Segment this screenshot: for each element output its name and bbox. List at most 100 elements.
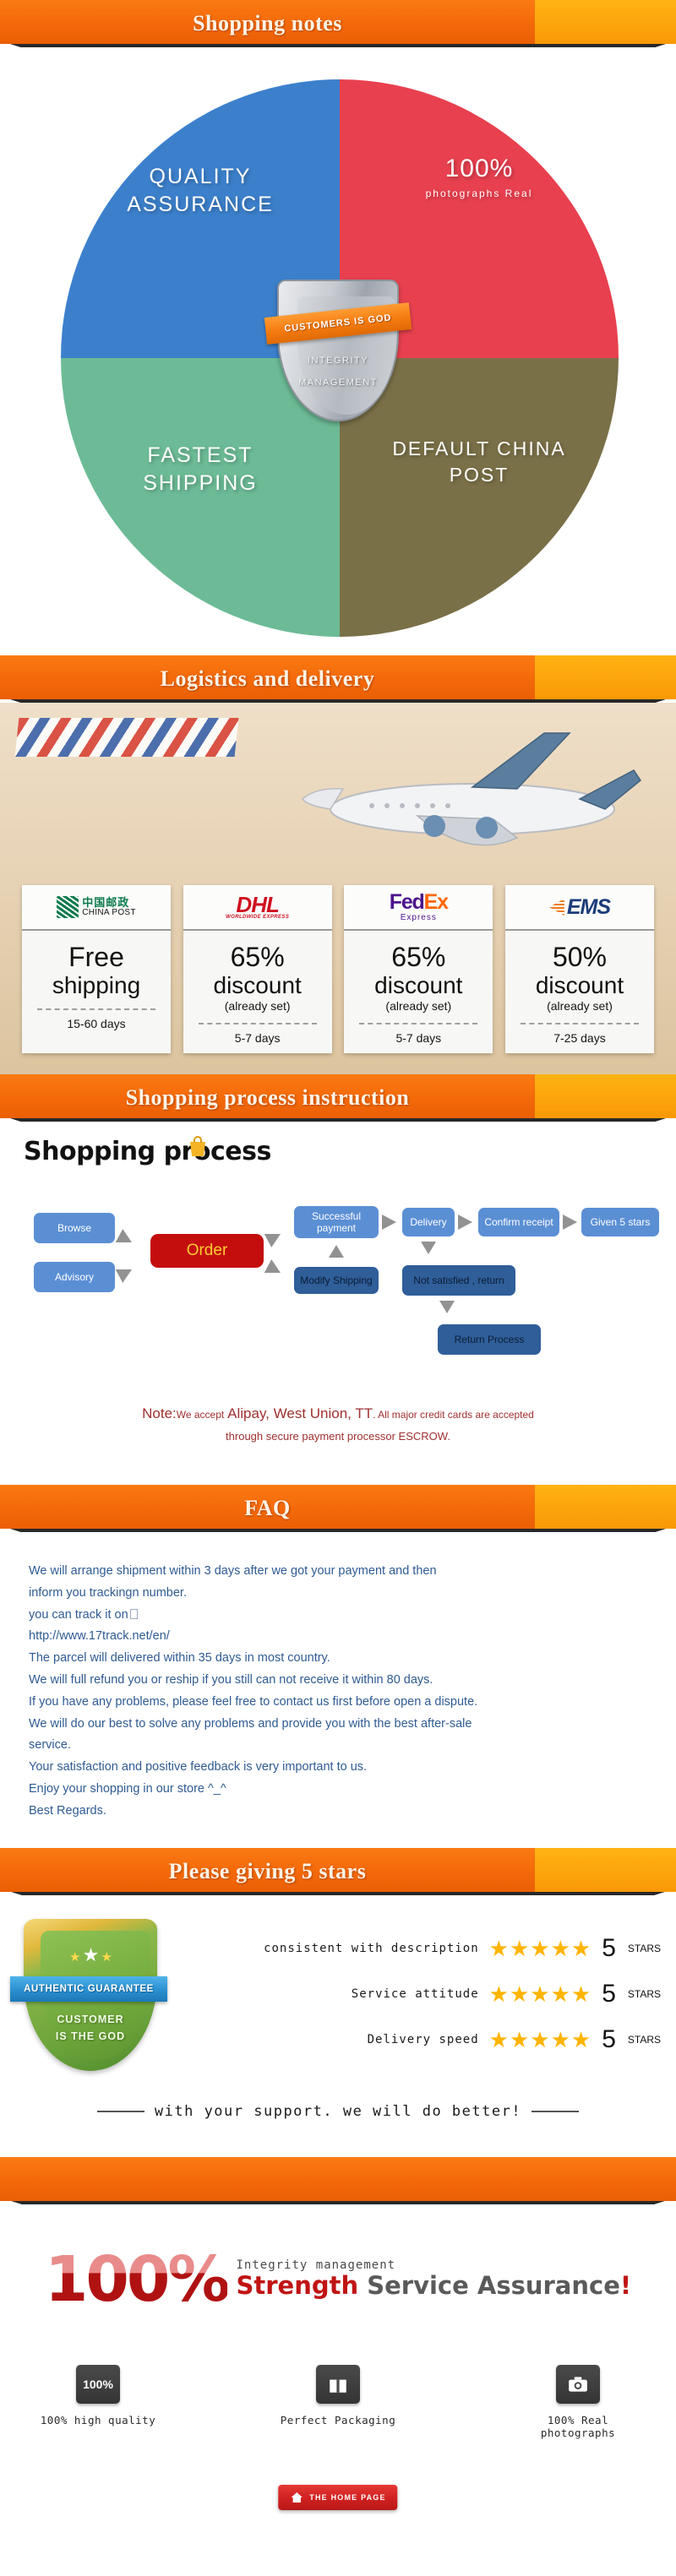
ems-logo-main: EMS: [566, 894, 611, 919]
faq-line-3: you can track it on: [29, 1605, 647, 1627]
flow-node-given-5-stars[interactable]: Given 5 stars: [581, 1208, 659, 1236]
dhl-logo: DHL WORLDWIDE EXPRESS: [183, 885, 332, 931]
shopping-notes-page: Shopping notes QUALITY ASSURANCE 100% ph…: [0, 0, 676, 2576]
banner-faq: FAQ: [0, 1485, 676, 1532]
faq-line-6: We will full refund you or reship if you…: [29, 1672, 433, 1687]
pie-quadrant-post-label: DEFAULT CHINA POST: [340, 436, 619, 487]
packaging-label: Perfect Packaging: [280, 2413, 396, 2427]
banner-title: Please giving 5 stars: [168, 1858, 367, 1883]
divider: [359, 1022, 478, 1024]
faq-line-1: We will arrange shipment within 3 days a…: [29, 1564, 437, 1578]
feature-quality: 100% 100% high quality: [27, 2364, 169, 2439]
shipping-card-dhl[interactable]: DHL WORLDWIDE EXPRESS 65% discount (alre…: [183, 885, 332, 1053]
pie-quadrant-photographs-label: 100% photographs Real: [340, 152, 619, 201]
faq-section: We will arrange shipment within 3 days a…: [0, 1532, 676, 1848]
arrow-order-to-modify: [264, 1259, 285, 1280]
home-icon: [291, 2492, 303, 2503]
flowchart-title: Shopping process: [24, 1137, 271, 1166]
fedex-logo-sub: Express: [400, 913, 437, 922]
support-text: with your support. we will do better!: [154, 2102, 522, 2120]
divider: [520, 1022, 639, 1024]
footer-feature-icons: 100% 100% high quality Perfect Packaging: [0, 2364, 676, 2439]
badge-stars-icon: ★ ★ ★: [69, 1943, 112, 1965]
flow-node-order[interactable]: Order: [150, 1234, 264, 1268]
payment-note: Note:We accept Alipay, West Union, TT. A…: [0, 1400, 676, 1447]
quality-label: 100% high quality: [40, 2413, 156, 2427]
shield-body-icon: INTEGRITY MANAGEMENT: [277, 280, 399, 421]
photographs-sub: photographs Real: [425, 187, 533, 200]
footer-percent: 100%: [45, 2252, 228, 2308]
quality-badge-text: 100%: [83, 2377, 113, 2391]
rating-label: Delivery speed: [367, 2032, 479, 2046]
gift-box-icon: [316, 2364, 360, 2404]
fedex-days: 5-7 days: [395, 1030, 442, 1045]
divider: [37, 1008, 155, 1010]
rating-stars-icon: ★★★★★: [488, 2026, 592, 2052]
note-prefix: Note:: [142, 1405, 177, 1421]
shipping-line1: FASTEST: [147, 443, 254, 467]
flow-node-modify-shipping[interactable]: Modify Shipping: [294, 1267, 379, 1294]
china-post-logo-cn: 中国邮政: [82, 895, 130, 909]
rating-row: Delivery speed ★★★★★ 5 STARS: [166, 2017, 661, 2062]
arrow-return-to-process: [439, 1301, 455, 1313]
footer-percent-symbol: %: [167, 2242, 228, 2316]
flow-node-confirm-receipt[interactable]: Confirm receipt: [478, 1208, 559, 1236]
footer-strength-line: Strength Service Assurance!: [236, 2272, 631, 2300]
badge-line1: CUSTOMER: [57, 2013, 124, 2025]
shipping-card-fedex[interactable]: FedEx Express 65% discount (already set)…: [344, 885, 493, 1053]
faq-line-4[interactable]: http://www.17track.net/en/: [29, 1626, 647, 1648]
shipping-cards: 中国邮政 CHINA POST Free shipping 15-60 days…: [22, 885, 654, 1053]
ems-big: 50%: [552, 942, 607, 972]
quality-line2: ASSURANCE: [127, 193, 274, 216]
dhl-mid: discount: [213, 971, 302, 998]
shipping-card-china-post[interactable]: 中国邮政 CHINA POST Free shipping 15-60 days: [22, 885, 171, 1053]
dhl-logo-main: DHL: [236, 891, 279, 917]
fedex-logo-fed: Fed: [389, 890, 425, 914]
home-page-button[interactable]: THE HOME PAGE: [278, 2484, 398, 2510]
dhl-detail: 65% discount (already set) 5-7 days: [198, 931, 317, 1045]
feature-photos: 100% Real photographs: [507, 2364, 649, 2439]
banner-bar-accent: [535, 1485, 676, 1529]
faq-line-8: We will do our best to solve any problem…: [29, 1716, 472, 1731]
badge-ribbon: AUTHENTIC GUARANTEE: [10, 1975, 167, 2002]
arrow-confirm-to-stars: [563, 1215, 577, 1230]
china-post-mid: shipping: [52, 971, 141, 998]
rating-rows: consistent with description ★★★★★ 5 STAR…: [166, 1926, 661, 2062]
footer-hero: 100% Integrity management Strength Servi…: [0, 2252, 676, 2308]
flow-node-successful-payment[interactable]: Successful payment: [294, 1206, 379, 1238]
flow-node-not-satisfied[interactable]: Not satisfied , return: [402, 1265, 515, 1296]
banner-process: Shopping process instruction: [0, 1074, 676, 1122]
flow-node-advisory[interactable]: Advisory: [34, 1262, 115, 1292]
flow-node-browse[interactable]: Browse: [34, 1213, 115, 1243]
banner-title: Logistics and delivery: [160, 666, 375, 691]
banner-logistics: Logistics and delivery: [0, 655, 676, 703]
faq-line-5: The parcel will delivered within 35 days…: [29, 1651, 330, 1666]
arrow-modify-to-payment: [329, 1245, 344, 1258]
ems-sub: (already set): [547, 998, 613, 1013]
shield-line2: MANAGEMENT: [298, 378, 378, 388]
footer-percent-number: 100: [44, 2242, 168, 2316]
rating-score: 5: [602, 1979, 616, 2008]
banner-title: FAQ: [244, 1496, 291, 1520]
shield-ribbon-text: CUSTOMERS IS GOD: [283, 312, 393, 334]
ems-detail: 50% discount (already set) 7-25 days: [520, 931, 639, 1045]
rating-label: consistent with description: [264, 1941, 479, 1955]
flow-node-return-process[interactable]: Return Process: [438, 1324, 541, 1355]
post-line1: DEFAULT CHINA: [392, 437, 566, 460]
camera-icon: [556, 2364, 600, 2404]
badge-line2: IS THE GOD: [55, 2030, 126, 2042]
faq-track-text: you can track it on: [29, 1607, 128, 1622]
footer-hero-text: Integrity management Strength Service As…: [236, 2258, 631, 2300]
shipping-card-ems[interactable]: EMS 50% discount (already set) 7-25 days: [504, 885, 654, 1053]
note-methods: Alipay, West Union, TT: [227, 1405, 373, 1421]
dhl-logo-sub: WORLDWIDE EXPRESS: [226, 915, 290, 921]
fedex-logo-ex: Ex: [423, 890, 449, 914]
faq-line-7: If you have any problems, please feel fr…: [29, 1694, 478, 1709]
rating-unit: STARS: [627, 1942, 661, 1954]
authentic-guarantee-badge: ★ ★ ★ CUSTOMER IS THE GOD AUTHENTIC GUAR…: [10, 1917, 167, 2078]
banner-footer-blank: [0, 2156, 676, 2204]
pie-quadrant-shipping-label: FASTEST SHIPPING: [61, 442, 340, 497]
banner-shopping-notes: Shopping notes: [0, 0, 676, 47]
flow-node-delivery[interactable]: Delivery: [402, 1208, 455, 1236]
arrow-order-to-payment: [264, 1227, 285, 1247]
